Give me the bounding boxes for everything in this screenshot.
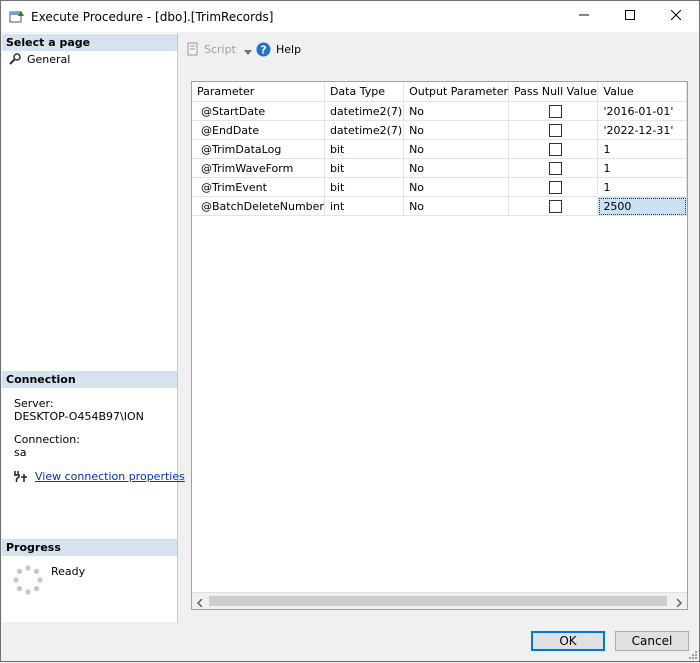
resize-grip-icon[interactable] (688, 650, 698, 660)
value-cell[interactable]: 1 (597, 139, 687, 159)
pass-null-checkbox[interactable] (549, 199, 563, 213)
data-type-cell: bit (324, 177, 405, 197)
connection-label: Connection: (14, 433, 80, 446)
parameter-name-cell: @TrimEvent (192, 177, 325, 197)
view-connection-properties[interactable]: View connection properties (12, 469, 185, 483)
chevron-down-icon (243, 46, 252, 55)
parameter-name-cell: @EndDate (192, 120, 325, 140)
scrollbar-thumb[interactable] (209, 596, 667, 606)
connection-value: sa (14, 446, 27, 459)
pass-null-cell (508, 177, 599, 197)
table-row: @StartDate datetime2(7) No '2016-01-01' (192, 101, 687, 121)
scroll-right-icon[interactable] (675, 597, 683, 608)
parameter-name-cell: @TrimWaveForm (192, 158, 325, 178)
help-label: Help (276, 43, 302, 56)
column-header-value[interactable]: Value (597, 82, 687, 102)
output-parameter-cell: No (403, 101, 510, 121)
data-type-cell: datetime2(7) (324, 101, 405, 121)
value-cell[interactable]: '2016-01-01' (597, 101, 687, 121)
pass-null-cell (508, 120, 599, 140)
view-connection-properties-link[interactable]: View connection properties (35, 470, 185, 483)
table-row: @TrimDataLog bit No 1 (192, 139, 687, 159)
connection-properties-icon (12, 469, 28, 483)
table-row: @BatchDeleteNumber int No 2500 (192, 196, 687, 216)
close-icon (670, 9, 682, 23)
parameter-name-cell: @BatchDeleteNumber (192, 196, 325, 216)
sidebar: Select a page General Connection Server:… (2, 33, 185, 622)
select-page-heading: Select a page (2, 34, 177, 51)
progress-heading: Progress (2, 539, 177, 556)
script-button[interactable]: Script (186, 42, 252, 56)
data-type-cell: bit (324, 139, 405, 159)
value-cell[interactable]: '2022-12-31' (597, 120, 687, 140)
progress-spinner-icon (13, 565, 43, 595)
pass-null-checkbox[interactable] (549, 104, 563, 118)
pass-null-checkbox[interactable] (549, 161, 563, 175)
table-row: @TrimEvent bit No 1 (192, 177, 687, 197)
pass-null-cell (508, 139, 599, 159)
value-cell-selected[interactable]: 2500 (597, 196, 687, 216)
window-title: Execute Procedure - [dbo].[TrimRecords] (31, 10, 274, 24)
pass-null-checkbox[interactable] (549, 123, 563, 137)
output-parameter-cell: No (403, 120, 510, 140)
connection-heading: Connection (2, 371, 177, 388)
column-header-output-parameter[interactable]: Output Parameter (403, 82, 510, 102)
output-parameter-cell: No (403, 139, 510, 159)
column-header-parameter[interactable]: Parameter (192, 82, 325, 102)
execute-procedure-dialog: Execute Procedure - [dbo].[TrimRecords] … (0, 0, 700, 662)
parameters-grid[interactable]: Parameter Data Type Output Parameter Pas… (191, 81, 688, 610)
svg-text:?: ? (260, 44, 266, 57)
table-row: @TrimWaveForm bit No 1 (192, 158, 687, 178)
column-header-pass-null-value[interactable]: Pass Null Value (508, 82, 599, 102)
data-type-cell: datetime2(7) (324, 120, 405, 140)
maximize-icon (625, 10, 635, 23)
table-row: @EndDate datetime2(7) No '2022-12-31' (192, 120, 687, 140)
sidebar-item-label: General (27, 52, 71, 66)
maximize-button[interactable] (607, 1, 653, 32)
server-label: Server: (14, 397, 54, 410)
minimize-button[interactable] (561, 1, 607, 32)
sidebar-item-general[interactable]: General (8, 52, 70, 66)
close-button[interactable] (653, 1, 699, 32)
output-parameter-cell: No (403, 196, 510, 216)
pass-null-cell (508, 101, 599, 121)
horizontal-scrollbar[interactable] (192, 592, 687, 609)
output-parameter-cell: No (403, 158, 510, 178)
parameter-name-cell: @TrimDataLog (192, 139, 325, 159)
data-type-cell: bit (324, 158, 405, 178)
pass-null-checkbox[interactable] (549, 142, 563, 156)
pass-null-cell (508, 158, 599, 178)
scroll-left-icon[interactable] (196, 597, 204, 608)
pass-null-checkbox[interactable] (549, 180, 563, 194)
toolbar: Script ? Help (178, 33, 699, 67)
help-icon: ? (256, 42, 271, 57)
pass-null-cell (508, 196, 599, 216)
help-button[interactable]: ? Help (256, 42, 301, 57)
title-bar: Execute Procedure - [dbo].[TrimRecords] (1, 1, 699, 32)
procedure-icon (9, 10, 25, 24)
data-type-cell: int (324, 196, 405, 216)
output-parameter-cell: No (403, 177, 510, 197)
script-label: Script (204, 42, 236, 56)
column-header-data-type[interactable]: Data Type (324, 82, 405, 102)
grid-header-row: Parameter Data Type Output Parameter Pas… (192, 82, 687, 102)
value-cell[interactable]: 1 (597, 177, 687, 197)
server-value: DESKTOP-O454B97\ION (14, 410, 144, 423)
parameter-name-cell: @StartDate (192, 101, 325, 121)
cancel-button[interactable]: Cancel (615, 631, 689, 651)
parameters-table: Parameter Data Type Output Parameter Pas… (192, 82, 687, 216)
script-icon (186, 42, 200, 56)
minimize-icon (579, 10, 589, 23)
wrench-icon (8, 52, 22, 66)
value-cell[interactable]: 1 (597, 158, 687, 178)
progress-status: Ready (51, 565, 86, 578)
ok-button[interactable]: OK (531, 631, 605, 651)
